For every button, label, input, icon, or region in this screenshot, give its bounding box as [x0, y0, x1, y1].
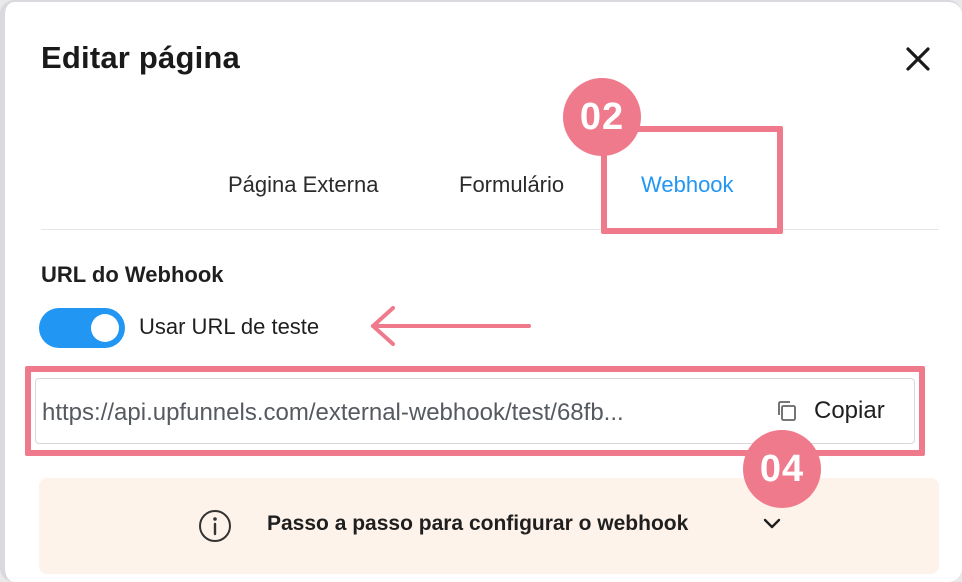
modal-title: Editar página [41, 40, 240, 75]
tab-formulario[interactable]: Formulário [459, 172, 564, 198]
info-icon [199, 510, 231, 542]
tab-bar: Página Externa Formulário Webhook [41, 152, 939, 230]
toggle-knob [91, 314, 119, 342]
webhook-url-value[interactable]: https://api.upfunnels.com/external-webho… [42, 399, 754, 427]
close-icon [906, 47, 930, 71]
test-url-toggle-label: Usar URL de teste [139, 314, 320, 339]
annotation-badge-04: 04 [743, 430, 821, 508]
tab-pagina-externa[interactable]: Página Externa [228, 172, 378, 198]
arrow-left-icon [371, 306, 531, 346]
webhook-guide-text: Passo a passo para configurar o webhook [267, 512, 689, 535]
test-url-toggle[interactable] [39, 308, 125, 348]
copy-icon [778, 401, 796, 421]
copy-label: Copiar [814, 397, 885, 424]
copy-button[interactable]: Copiar [774, 393, 885, 429]
chevron-down-icon [763, 518, 781, 529]
close-button[interactable] [901, 42, 935, 76]
tab-webhook[interactable]: Webhook [641, 172, 734, 198]
webhook-url-heading: URL do Webhook [41, 262, 224, 287]
edit-page-modal: Editar página Página Externa Formulário … [0, 0, 962, 582]
annotation-badge-02: 02 [563, 78, 641, 156]
